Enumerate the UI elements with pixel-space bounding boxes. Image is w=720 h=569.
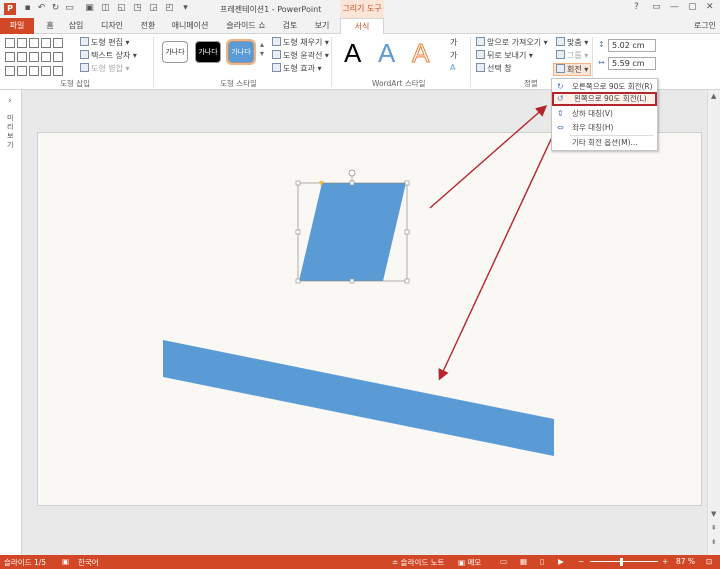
annotation-arrow (438, 119, 561, 381)
menu-item-flip-horizontal[interactable]: ⇔ 좌우 대칭(H) (552, 121, 657, 135)
fit-slide-icon[interactable]: ⊡ (706, 557, 712, 566)
resize-handle[interactable] (295, 180, 301, 186)
flip-vertical-icon: ⇕ (557, 109, 564, 118)
status-bar: 슬라이드 1/5 ▣ 한국어 ≐ 슬라이드 노트 ▣ 메모 ▭ ▦ ▯ ▶ − … (0, 555, 720, 569)
resize-handle[interactable] (349, 278, 355, 284)
slide-sorter-view-icon[interactable]: ▦ (520, 557, 527, 566)
zoom-slider-thumb[interactable] (620, 558, 623, 566)
slideshow-view-icon[interactable]: ▶ (558, 557, 564, 566)
reading-view-icon[interactable]: ▯ (540, 557, 544, 566)
spellcheck-icon[interactable]: ▣ (62, 557, 69, 566)
rotation-handle[interactable] (348, 169, 356, 177)
annotation-arrow (429, 105, 548, 209)
rotate-dropdown-menu: ↻ 오른쪽으로 90도 회전(R) ↺ 왼쪽으로 90도 회전(L) ⇕ 상하 대칭(… (551, 78, 658, 151)
slide-counter: 슬라이드 1/5 (4, 558, 47, 567)
comments-button[interactable]: ▣ 메모 (458, 557, 481, 568)
resize-handle[interactable] (349, 180, 355, 186)
rotate-right-icon: ↻ (557, 82, 564, 91)
resize-handle[interactable] (295, 278, 301, 284)
parallelogram-shape[interactable] (299, 183, 406, 281)
zoom-in-icon[interactable]: + (662, 557, 668, 566)
menu-item-rotate-left[interactable]: ↺ 왼쪽으로 90도 회전(L) (552, 92, 657, 106)
rotate-left-icon: ↺ (557, 94, 564, 103)
zoom-level[interactable]: 87 % (676, 557, 695, 566)
zoom-out-icon[interactable]: − (578, 557, 584, 566)
rotated-parallelogram-shape[interactable] (163, 340, 554, 456)
zoom-slider[interactable] (590, 561, 658, 562)
resize-handle[interactable] (404, 180, 410, 186)
language-indicator[interactable]: 한국어 (78, 557, 99, 568)
menu-item-flip-vertical[interactable]: ⇕ 상하 대칭(V) (552, 107, 657, 121)
notes-button[interactable]: ≐ 슬라이드 노트 (392, 557, 444, 568)
flip-horizontal-icon: ⇔ (557, 123, 564, 132)
resize-handle[interactable] (404, 229, 410, 235)
resize-handle[interactable] (404, 278, 410, 284)
resize-handle[interactable] (295, 229, 301, 235)
menu-item-more-rotation-options[interactable]: 기타 회전 옵션(M)... (552, 136, 657, 150)
normal-view-icon[interactable]: ▭ (500, 557, 507, 566)
